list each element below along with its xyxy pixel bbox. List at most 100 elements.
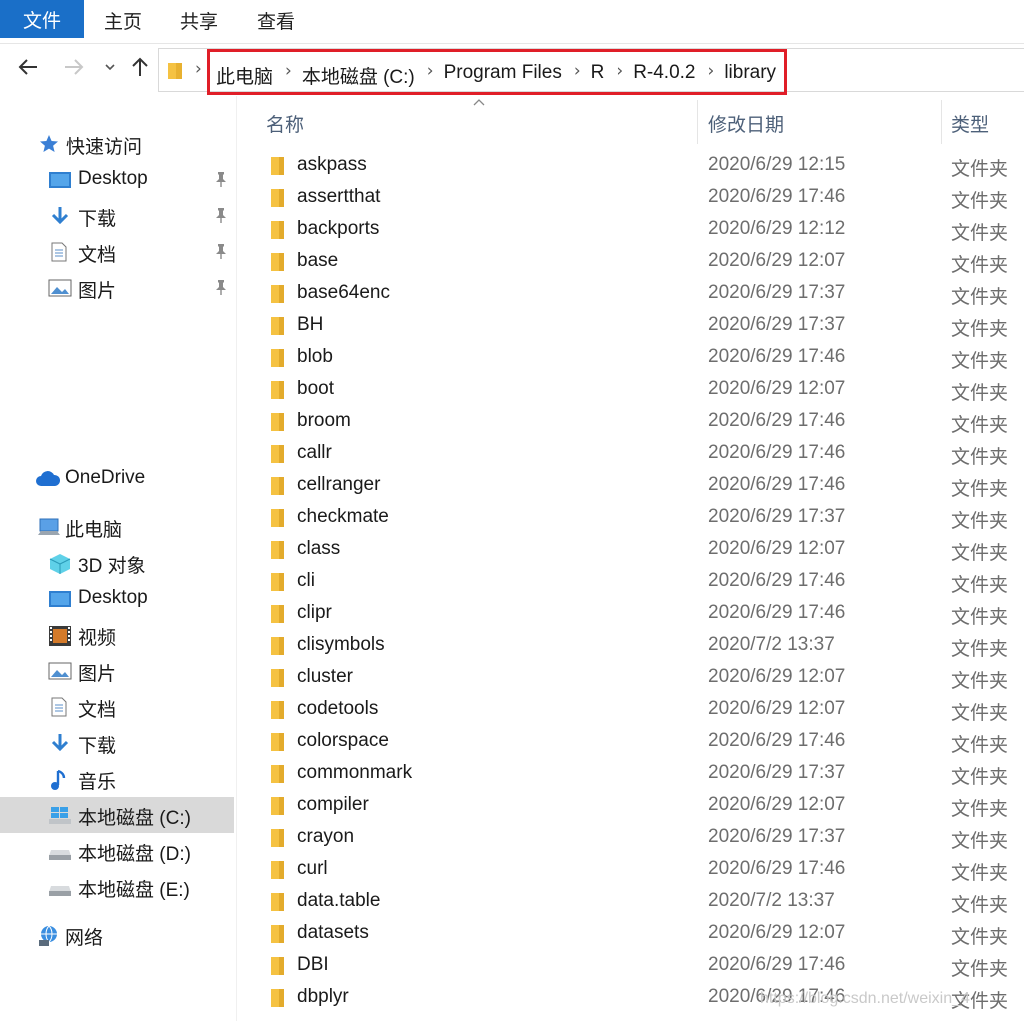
breadcrumb-this-pc[interactable]: 此电脑 bbox=[216, 62, 273, 89]
sidebar-item-desktop-pc[interactable]: Desktop bbox=[0, 581, 234, 617]
breadcrumb-library[interactable]: library bbox=[724, 62, 776, 84]
file-name: clisymbols bbox=[297, 634, 385, 655]
folder-icon bbox=[271, 572, 285, 592]
sidebar-item-music[interactable]: 音乐 bbox=[0, 761, 234, 797]
sidebar-item-pictures[interactable]: 图片 bbox=[0, 270, 234, 306]
file-type: 文件夹 bbox=[951, 318, 1009, 340]
sidebar-item-documents-pc[interactable]: 文档 bbox=[0, 689, 234, 725]
folder-icon bbox=[271, 156, 285, 176]
table-row[interactable]: cellranger 2020/6/29 17:46 文件夹 bbox=[238, 470, 1024, 502]
watermark: https://blog.csdn.net/weixin_4 bbox=[760, 990, 970, 1007]
pin-icon[interactable] bbox=[214, 279, 228, 295]
table-row[interactable]: clipr 2020/6/29 17:46 文件夹 bbox=[238, 598, 1024, 630]
table-row[interactable]: curl 2020/6/29 17:46 文件夹 bbox=[238, 854, 1024, 886]
breadcrumb-program-files[interactable]: Program Files bbox=[444, 62, 562, 84]
table-row[interactable]: BH 2020/6/29 17:37 文件夹 bbox=[238, 310, 1024, 342]
chevron-right-icon[interactable]: › bbox=[285, 61, 292, 81]
pane-divider[interactable] bbox=[236, 96, 237, 1021]
breadcrumb-r[interactable]: R bbox=[591, 62, 605, 84]
picture-icon bbox=[48, 661, 72, 681]
folder-icon bbox=[271, 668, 285, 688]
breadcrumb: 此电脑 › 本地磁盘 (C:) › Program Files › R › R-… bbox=[207, 49, 788, 95]
sidebar-item-documents[interactable]: 文档 bbox=[0, 234, 234, 270]
arrow-up-icon[interactable] bbox=[126, 56, 154, 84]
sidebar-item-downloads[interactable]: 下载 bbox=[0, 198, 234, 234]
breadcrumb-r-4-0-2[interactable]: R-4.0.2 bbox=[633, 62, 695, 84]
table-row[interactable]: assertthat 2020/6/29 17:46 文件夹 bbox=[238, 182, 1024, 214]
chevron-right-icon[interactable]: › bbox=[708, 61, 715, 81]
sidebar-item-network[interactable]: 网络 bbox=[0, 917, 234, 953]
table-row[interactable]: class 2020/6/29 12:07 文件夹 bbox=[238, 534, 1024, 566]
sidebar-item-local-disk-c[interactable]: 本地磁盘 (C:) bbox=[0, 797, 234, 833]
file-type: 文件夹 bbox=[951, 286, 1009, 308]
folder-icon bbox=[271, 540, 285, 560]
pin-icon[interactable] bbox=[214, 207, 228, 223]
column-separator[interactable] bbox=[941, 100, 942, 144]
column-type[interactable]: 类型 bbox=[951, 110, 989, 137]
chevron-right-icon[interactable]: › bbox=[616, 61, 623, 81]
chevron-right-icon[interactable]: › bbox=[195, 59, 202, 79]
tab-share[interactable]: 共享 bbox=[168, 0, 230, 40]
table-row[interactable]: datasets 2020/6/29 12:07 文件夹 bbox=[238, 918, 1024, 950]
table-row[interactable]: DBI 2020/6/29 17:46 文件夹 bbox=[238, 950, 1024, 982]
table-row[interactable]: boot 2020/6/29 12:07 文件夹 bbox=[238, 374, 1024, 406]
sidebar-item-label: 音乐 bbox=[78, 772, 117, 793]
sidebar-item-3d-objects[interactable]: 3D 对象 bbox=[0, 545, 234, 581]
file-name: commonmark bbox=[297, 762, 413, 783]
breadcrumb-local-disk-c[interactable]: 本地磁盘 (C:) bbox=[302, 62, 415, 89]
column-name[interactable]: 名称 bbox=[266, 110, 304, 137]
computer-icon bbox=[37, 517, 60, 537]
sidebar-item-label: OneDrive bbox=[65, 467, 146, 488]
music-icon bbox=[50, 769, 72, 790]
column-separator[interactable] bbox=[697, 100, 698, 144]
table-row[interactable]: checkmate 2020/6/29 17:37 文件夹 bbox=[238, 502, 1024, 534]
arrow-left-icon[interactable] bbox=[14, 56, 42, 84]
pin-icon[interactable] bbox=[214, 243, 228, 259]
table-row[interactable]: cluster 2020/6/29 12:07 文件夹 bbox=[238, 662, 1024, 694]
sidebar-item-label: 此电脑 bbox=[65, 520, 123, 541]
sidebar-item-desktop[interactable]: Desktop bbox=[0, 162, 234, 198]
sidebar-item-downloads-pc[interactable]: 下载 bbox=[0, 725, 234, 761]
tab-view[interactable]: 查看 bbox=[245, 0, 307, 40]
drive-icon bbox=[48, 841, 71, 861]
sidebar-item-local-disk-d[interactable]: 本地磁盘 (D:) bbox=[0, 833, 234, 869]
table-row[interactable]: blob 2020/6/29 17:46 文件夹 bbox=[238, 342, 1024, 374]
file-modified: 2020/6/29 12:15 bbox=[708, 154, 846, 175]
table-row[interactable]: broom 2020/6/29 17:46 文件夹 bbox=[238, 406, 1024, 438]
arrow-right-icon[interactable] bbox=[60, 56, 88, 84]
sidebar-item-onedrive[interactable]: OneDrive bbox=[0, 461, 234, 497]
chevron-right-icon[interactable]: › bbox=[574, 61, 581, 81]
file-name: curl bbox=[297, 858, 328, 879]
table-row[interactable]: commonmark 2020/6/29 17:37 文件夹 bbox=[238, 758, 1024, 790]
table-row[interactable]: askpass 2020/6/29 12:15 文件夹 bbox=[238, 150, 1024, 182]
table-row[interactable]: codetools 2020/6/29 12:07 文件夹 bbox=[238, 694, 1024, 726]
table-row[interactable]: colorspace 2020/6/29 17:46 文件夹 bbox=[238, 726, 1024, 758]
file-modified: 2020/6/29 17:37 bbox=[708, 826, 846, 847]
chevron-down-icon[interactable] bbox=[96, 56, 124, 84]
table-row[interactable]: backports 2020/6/29 12:12 文件夹 bbox=[238, 214, 1024, 246]
tab-file[interactable]: 文件 bbox=[0, 0, 84, 38]
table-row[interactable]: cli 2020/6/29 17:46 文件夹 bbox=[238, 566, 1024, 598]
download-icon bbox=[50, 206, 72, 226]
sidebar-item-videos[interactable]: 视频 bbox=[0, 617, 234, 653]
column-modified[interactable]: 修改日期 bbox=[708, 110, 784, 137]
sidebar-item-pictures-pc[interactable]: 图片 bbox=[0, 653, 234, 689]
address-bar[interactable]: › 此电脑 › 本地磁盘 (C:) › Program Files › R › … bbox=[158, 48, 1024, 95]
sidebar-item-quick-access[interactable]: 快速访问 bbox=[0, 126, 234, 162]
table-row[interactable]: compiler 2020/6/29 12:07 文件夹 bbox=[238, 790, 1024, 822]
table-row[interactable]: base64enc 2020/6/29 17:37 文件夹 bbox=[238, 278, 1024, 310]
table-row[interactable]: base 2020/6/29 12:07 文件夹 bbox=[238, 246, 1024, 278]
sidebar-item-this-pc[interactable]: 此电脑 bbox=[0, 509, 234, 545]
sidebar-item-label: 本地磁盘 (E:) bbox=[78, 880, 190, 901]
sidebar-item-label: 图片 bbox=[78, 664, 117, 685]
chevron-right-icon[interactable]: › bbox=[427, 61, 434, 81]
file-modified: 2020/6/29 17:46 bbox=[708, 410, 846, 431]
pin-icon[interactable] bbox=[214, 171, 228, 187]
table-row[interactable]: callr 2020/6/29 17:46 文件夹 bbox=[238, 438, 1024, 470]
sidebar-item-local-disk-e[interactable]: 本地磁盘 (E:) bbox=[0, 869, 234, 905]
table-row[interactable]: clisymbols 2020/7/2 13:37 文件夹 bbox=[238, 630, 1024, 662]
file-modified: 2020/6/29 17:46 bbox=[708, 570, 846, 591]
table-row[interactable]: data.table 2020/7/2 13:37 文件夹 bbox=[238, 886, 1024, 918]
tab-home[interactable]: 主页 bbox=[92, 0, 154, 40]
table-row[interactable]: crayon 2020/6/29 17:37 文件夹 bbox=[238, 822, 1024, 854]
